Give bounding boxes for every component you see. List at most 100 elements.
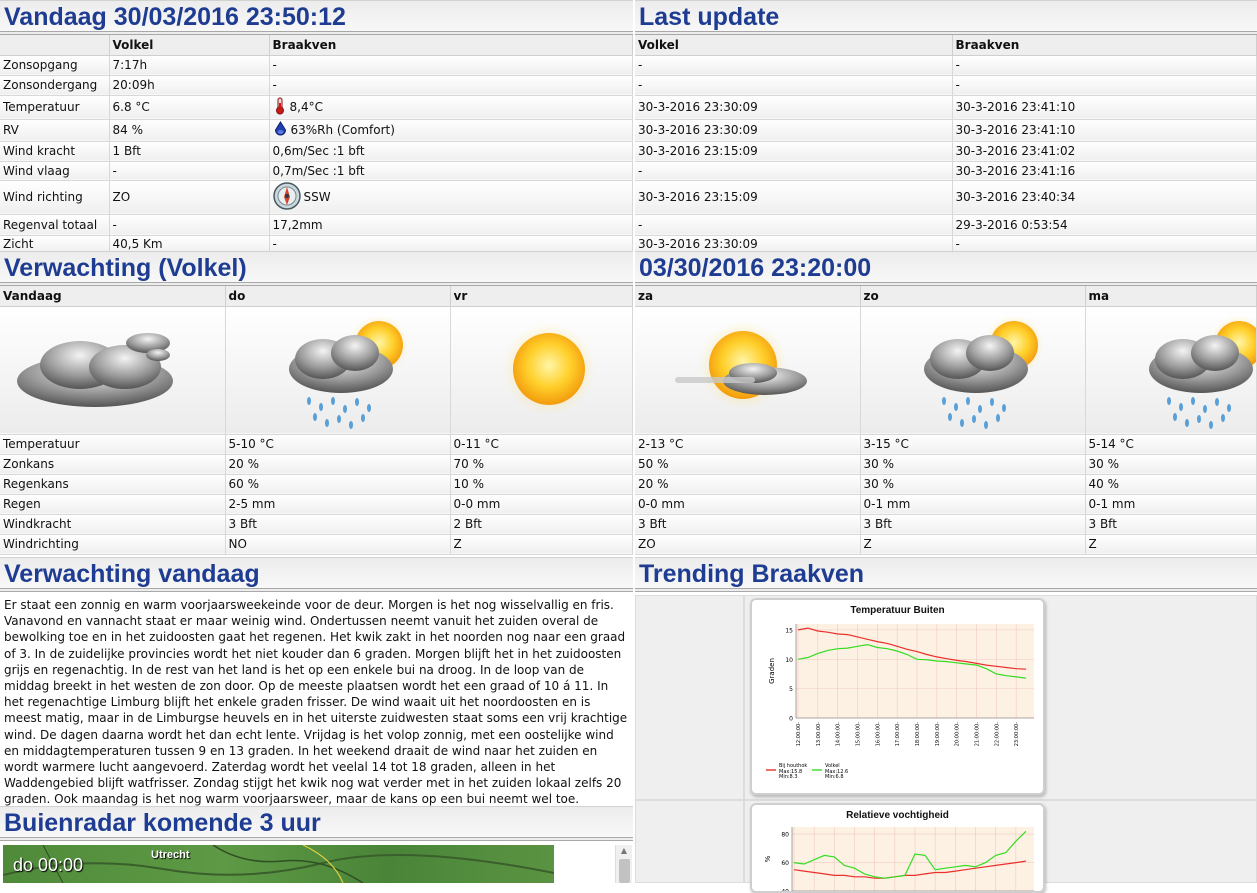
compass-icon bbox=[272, 181, 301, 213]
forecast-row: 20 % 30 % 40 % bbox=[635, 474, 1257, 495]
forecast-value: 60 % bbox=[225, 474, 451, 495]
y-tick-label: 0 bbox=[789, 716, 793, 723]
forecast-label: Regenkans bbox=[0, 474, 226, 495]
volkel-value: 20:09h bbox=[109, 75, 270, 96]
y-tick-label: 15 bbox=[785, 627, 793, 634]
update-row: 30-3-2016 23:30:09 30-3-2016 23:41:10 bbox=[635, 95, 1257, 120]
cloudy-icon bbox=[17, 332, 173, 407]
today-table: Volkel Braakven Zonsopgang 7:17h - Zonso… bbox=[0, 35, 633, 254]
temperature-chart-svg: 0 5 10 15 Graden 12:00:00- 13:00:00- 14:00:00- 1… bbox=[766, 624, 1034, 780]
forecast-value: 50 % bbox=[635, 454, 861, 475]
braakven-update: - bbox=[952, 75, 1257, 96]
forecast-row: Regen 2-5 mm 0-0 mm bbox=[0, 494, 633, 515]
forecast-right-title: 03/30/2016 23:20:00 bbox=[635, 251, 1257, 286]
braakven-update: 30-3-2016 23:41:02 bbox=[952, 141, 1257, 162]
radar-time: do 00:00 bbox=[13, 855, 84, 875]
forecast-text-title: Verwachting vandaag bbox=[0, 557, 633, 592]
today-row: Wind vlaag - 0,7m/Sec :1 bft bbox=[0, 161, 633, 181]
corner-header bbox=[0, 35, 110, 56]
row-label: RV bbox=[0, 119, 110, 142]
humidity-chart: Relatieve vochtigheid 406080% bbox=[750, 803, 1045, 893]
forecast-value: 3 Bft bbox=[225, 514, 451, 535]
radar-map[interactable]: do 00:00 Utrecht bbox=[3, 845, 554, 883]
x-tick-label: 13:00:00- bbox=[816, 722, 822, 746]
trending-title: Trending Braakven bbox=[635, 557, 1257, 592]
braakven-update: 30-3-2016 23:41:10 bbox=[952, 95, 1257, 120]
volkel-value: 7:17h bbox=[109, 55, 270, 76]
sun-cloud-rain-icon bbox=[923, 314, 1044, 429]
forecast-value: Z bbox=[450, 534, 633, 555]
forecast-left-table: Vandaag do vr Temperatuur 5-10 °C 0-11 °… bbox=[0, 286, 633, 555]
forecast-value: NO bbox=[225, 534, 451, 555]
x-tick-label: 19:00:00- bbox=[935, 722, 941, 746]
y-tick-label: 60 bbox=[781, 860, 789, 867]
sun-cloud-rain-icon bbox=[288, 314, 409, 429]
forecast-label: Windrichting bbox=[0, 534, 226, 555]
volkel-value: ZO bbox=[109, 180, 270, 215]
radar-panel: Buienradar komende 3 uur bbox=[0, 806, 633, 841]
today-panel: Vandaag 30/03/2016 23:50:12 Volkel Braak… bbox=[0, 0, 633, 254]
forecast-value: 5-14 °C bbox=[1085, 434, 1257, 455]
today-row: Zonsondergang 20:09h - bbox=[0, 75, 633, 96]
row-label: Temperatuur bbox=[0, 95, 110, 120]
day-header: vr bbox=[450, 286, 633, 307]
forecast-value: Z bbox=[1085, 534, 1257, 555]
scroll-up-arrow-icon[interactable]: ▲ bbox=[616, 845, 632, 857]
y-tick-label: 10 bbox=[785, 657, 793, 664]
y-axis-label: % bbox=[764, 855, 772, 862]
braakven-value: 0,6m/Sec :1 bft bbox=[269, 141, 633, 162]
volkel-update: - bbox=[635, 75, 953, 96]
update-row: -29-3-2016 0:53:54 bbox=[635, 214, 1257, 236]
volkel-update: 30-3-2016 23:30:09 bbox=[635, 95, 953, 120]
volkel-update: 30-3-2016 23:15:09 bbox=[635, 141, 953, 162]
forecast-value: 0-11 °C bbox=[450, 434, 633, 455]
forecast-row: Temperatuur 5-10 °C 0-11 °C bbox=[0, 434, 633, 455]
volkel-update: - bbox=[635, 161, 953, 181]
row-label: Zonsondergang bbox=[0, 75, 110, 96]
forecast-value: 5-10 °C bbox=[225, 434, 451, 455]
row-label: Wind richting bbox=[0, 180, 110, 215]
last-update-panel: Last update Volkel Braakven -- -- 30-3-2… bbox=[635, 0, 1257, 254]
radar-title: Buienradar komende 3 uur bbox=[0, 806, 633, 841]
forecast-label: Regen bbox=[0, 494, 226, 515]
radar-scrollbar[interactable]: ▲ bbox=[615, 845, 632, 883]
row-label: Wind vlaag bbox=[0, 161, 110, 181]
x-tick-label: 12:00:00- bbox=[796, 722, 802, 746]
legend-stat: Min:8.3 bbox=[779, 774, 798, 780]
forecast-value: 3 Bft bbox=[635, 514, 861, 535]
braakven-update: - bbox=[952, 55, 1257, 76]
x-tick-label: 22:00:00- bbox=[994, 722, 1000, 746]
forecast-value: 2 Bft bbox=[450, 514, 633, 535]
forecast-value: 0-0 mm bbox=[450, 494, 633, 515]
x-tick-label: 18:00:00- bbox=[915, 722, 921, 746]
thermometer-icon bbox=[273, 97, 287, 118]
scroll-thumb[interactable] bbox=[619, 859, 630, 883]
volkel-value: - bbox=[109, 161, 270, 181]
forecast-value: 30 % bbox=[860, 454, 1086, 475]
forecast-value: 0-1 mm bbox=[1085, 494, 1257, 515]
braakven-value: - bbox=[269, 75, 633, 96]
braakven-update: 30-3-2016 23:41:10 bbox=[952, 119, 1257, 142]
day-header: ma bbox=[1085, 286, 1257, 307]
forecast-value: 0-0 mm bbox=[635, 494, 861, 515]
forecast-row: 50 % 30 % 30 % bbox=[635, 454, 1257, 475]
sun-icon bbox=[502, 322, 595, 415]
today-title: Vandaag 30/03/2016 23:50:12 bbox=[0, 0, 633, 35]
col-braakven: Braakven bbox=[269, 35, 633, 56]
update-row: 30-3-2016 23:15:09 30-3-2016 23:41:02 bbox=[635, 141, 1257, 162]
forecast-value: 30 % bbox=[860, 474, 1086, 495]
y-tick-label: 40 bbox=[781, 889, 789, 892]
forecast-paragraph: Er staat een zonnig en warm voorjaarswee… bbox=[4, 598, 628, 807]
braakven-value: 8,4°C bbox=[289, 99, 323, 114]
braakven-value: SSW bbox=[303, 189, 331, 204]
volkel-update: 30-3-2016 23:30:09 bbox=[635, 119, 953, 142]
day-header: za bbox=[635, 286, 861, 307]
volkel-update: 30-3-2016 23:15:09 bbox=[635, 180, 953, 215]
forecast-right-table: za zo ma 2-13 °C 3-15 °C 5-14 °C 50 % 30… bbox=[635, 286, 1257, 555]
sun-haze-icon bbox=[675, 320, 807, 409]
x-tick-label: 17:00:00- bbox=[895, 722, 901, 746]
x-tick-label: 21:00:00- bbox=[974, 722, 980, 746]
col-volkel: Volkel bbox=[635, 35, 953, 56]
y-tick-label: 5 bbox=[789, 686, 793, 693]
plot-area bbox=[796, 624, 1034, 718]
